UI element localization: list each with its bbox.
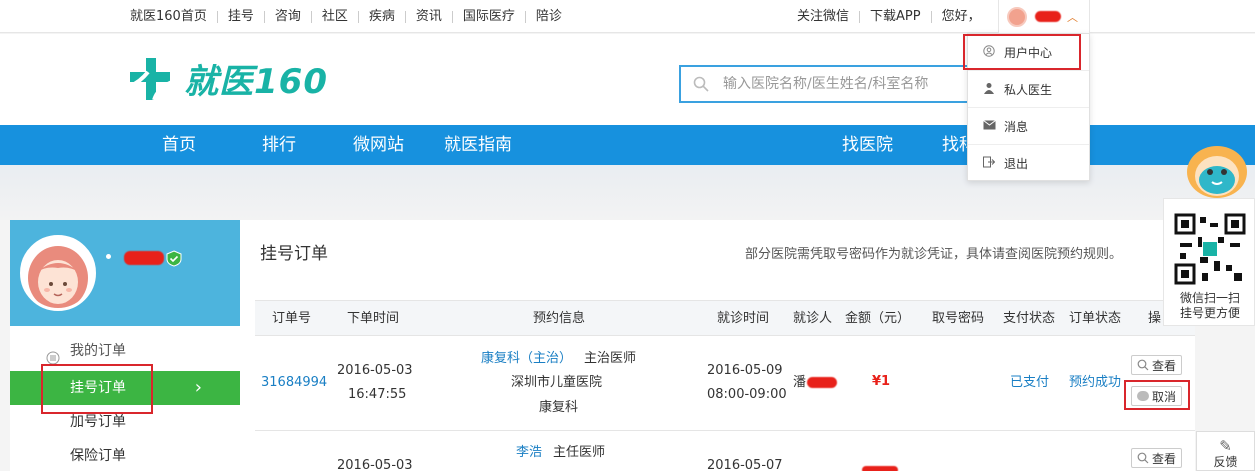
nav-home[interactable]: 首页 [162,125,196,165]
logo-text: 就医160 [184,62,328,102]
dropdown-item-label: 私人医生 [1004,82,1053,97]
highlight-register-orders [41,364,153,414]
order-date: 2016-05-03 [337,363,413,378]
qr-text-line1: 微信扫一扫 [1179,291,1240,305]
th-order-no: 订单号 [272,311,312,326]
dropdown-item-label: 退出 [1004,157,1029,171]
download-app-link[interactable]: 下载APP [859,10,931,23]
th-actions: 操 [1148,311,1162,326]
redacted-amount [862,466,898,471]
hospital-name: 深圳市儿童医院 [511,375,603,390]
top-nav: 就医160首页 挂号 咨询 社区 疾病 资讯 国际医疗 陪诊 [130,0,572,33]
view-button-label: 查看 [1151,451,1176,466]
avatar[interactable] [20,235,96,311]
patient-name: 潘 [793,375,807,390]
highlight-user-center [963,34,1081,70]
th-visit-time: 就诊时间 [717,311,770,326]
greeting-text: 您好， [930,10,991,23]
mail-icon [982,119,996,133]
dropdown-item-label: 消息 [1004,119,1029,134]
sidebar-item-label: 保险订单 [70,448,126,464]
department: 康复科 [539,400,579,415]
order-status: 预约成功 [1069,375,1122,390]
top-nav-community[interactable]: 社区 [310,10,358,23]
nav-micro-site[interactable]: 微网站 [353,125,404,165]
nav-find-hospital[interactable]: 找医院 [842,125,893,165]
top-nav-register[interactable]: 挂号 [216,10,264,23]
chevron-right-icon: › [194,377,202,398]
sidebar-section-label: 我的订单 [70,343,126,359]
nav-ranking[interactable]: 排行 [262,125,296,165]
th-order-time: 下单时间 [347,311,400,326]
doctor-link[interactable]: 康复科（主治） [481,347,572,371]
redacted-patient [807,377,837,388]
sidebar-section-orders[interactable]: 我的订单 [10,334,240,368]
mascot-icon [1182,142,1252,206]
th-patient: 就诊人 [793,311,833,326]
redacted-username [1035,11,1061,22]
user-menu-toggle[interactable]: ︿ [998,0,1090,33]
nav-guide[interactable]: 就医指南 [444,125,512,165]
view-button-label: 查看 [1151,358,1176,373]
dropdown-item-messages[interactable]: 消息 [968,108,1089,145]
table-header: 订单号 下单时间 预约信息 就诊时间 就诊人 金额（元） 取号密码 支付状态 订… [255,300,1195,336]
avatar-illustration [23,238,93,308]
search-box[interactable] [679,65,979,103]
dropdown-item-logout[interactable]: 退出 [968,145,1089,182]
top-nav-disease[interactable]: 疾病 [357,10,405,23]
cross-logo-icon [129,57,173,101]
sidebar-item-label: 加号订单 [70,414,126,430]
order-time: 16:47:55 [348,387,407,402]
panel-title: 挂号订单 [260,244,328,264]
top-right-links: 关注微信 下载APP 您好， [797,0,991,33]
visit-time: 08:00-09:00 [707,387,787,402]
status-dot [106,254,111,259]
mini-avatar [1007,6,1027,27]
view-button[interactable]: 查看 [1131,355,1182,375]
th-pay-status: 支付状态 [1003,311,1056,326]
chevron-up-icon: ︿ [1067,10,1078,24]
th-password: 取号密码 [932,311,985,326]
row-divider [255,430,1195,431]
feedback-button[interactable]: ✎ 反馈 [1196,431,1255,471]
top-nav-home[interactable]: 就医160首页 [130,10,217,23]
verified-shield-icon [166,250,182,271]
th-amount: 金额（元） [845,311,911,326]
feedback-label: 反馈 [1213,455,1238,469]
top-nav-escort[interactable]: 陪诊 [524,10,572,23]
th-appointment-info: 预约信息 [533,311,586,326]
amount: ¥1 [872,374,891,389]
panel-note: 部分医院需凭取号密码作为就诊凭证，具体请查阅医院预约规则。 [745,247,1123,262]
magnifier-icon [1137,359,1149,371]
qr-text-line2: 挂号更方便 [1179,306,1240,320]
order-date: 2016-05-03 [337,458,413,471]
top-nav-international[interactable]: 国际医疗 [451,10,525,23]
visit-date: 2016-05-07 [707,458,783,471]
search-icon [693,76,709,92]
logo[interactable]: 就医160 [128,54,328,103]
qr-code-icon [1174,213,1246,285]
pay-status: 已支付 [1010,375,1050,390]
visit-date: 2016-05-09 [707,363,783,378]
doctor-link[interactable]: 李浩 [516,441,542,465]
top-nav-news[interactable]: 资讯 [404,10,452,23]
th-order-status: 订单状态 [1069,311,1122,326]
doctor-title: 主任医师 [553,445,606,460]
top-nav-consult[interactable]: 咨询 [263,10,311,23]
sidebar-item-insurance-orders[interactable]: 保险订单 [10,439,240,471]
order-number-link[interactable]: 31684994 [261,371,327,395]
search-input[interactable] [723,76,973,92]
view-button[interactable]: 查看 [1131,448,1182,468]
highlight-cancel [1124,380,1190,410]
doctor-icon [982,82,996,97]
dropdown-item-private-doctor[interactable]: 私人医生 [968,71,1089,108]
logout-icon [982,156,996,171]
follow-wechat-link[interactable]: 关注微信 [797,10,859,23]
redacted-name [124,251,164,265]
qr-panel: 微信扫一扫 挂号更方便 [1163,198,1255,326]
magnifier-icon [1137,452,1149,464]
doctor-title: 主治医师 [584,351,637,366]
